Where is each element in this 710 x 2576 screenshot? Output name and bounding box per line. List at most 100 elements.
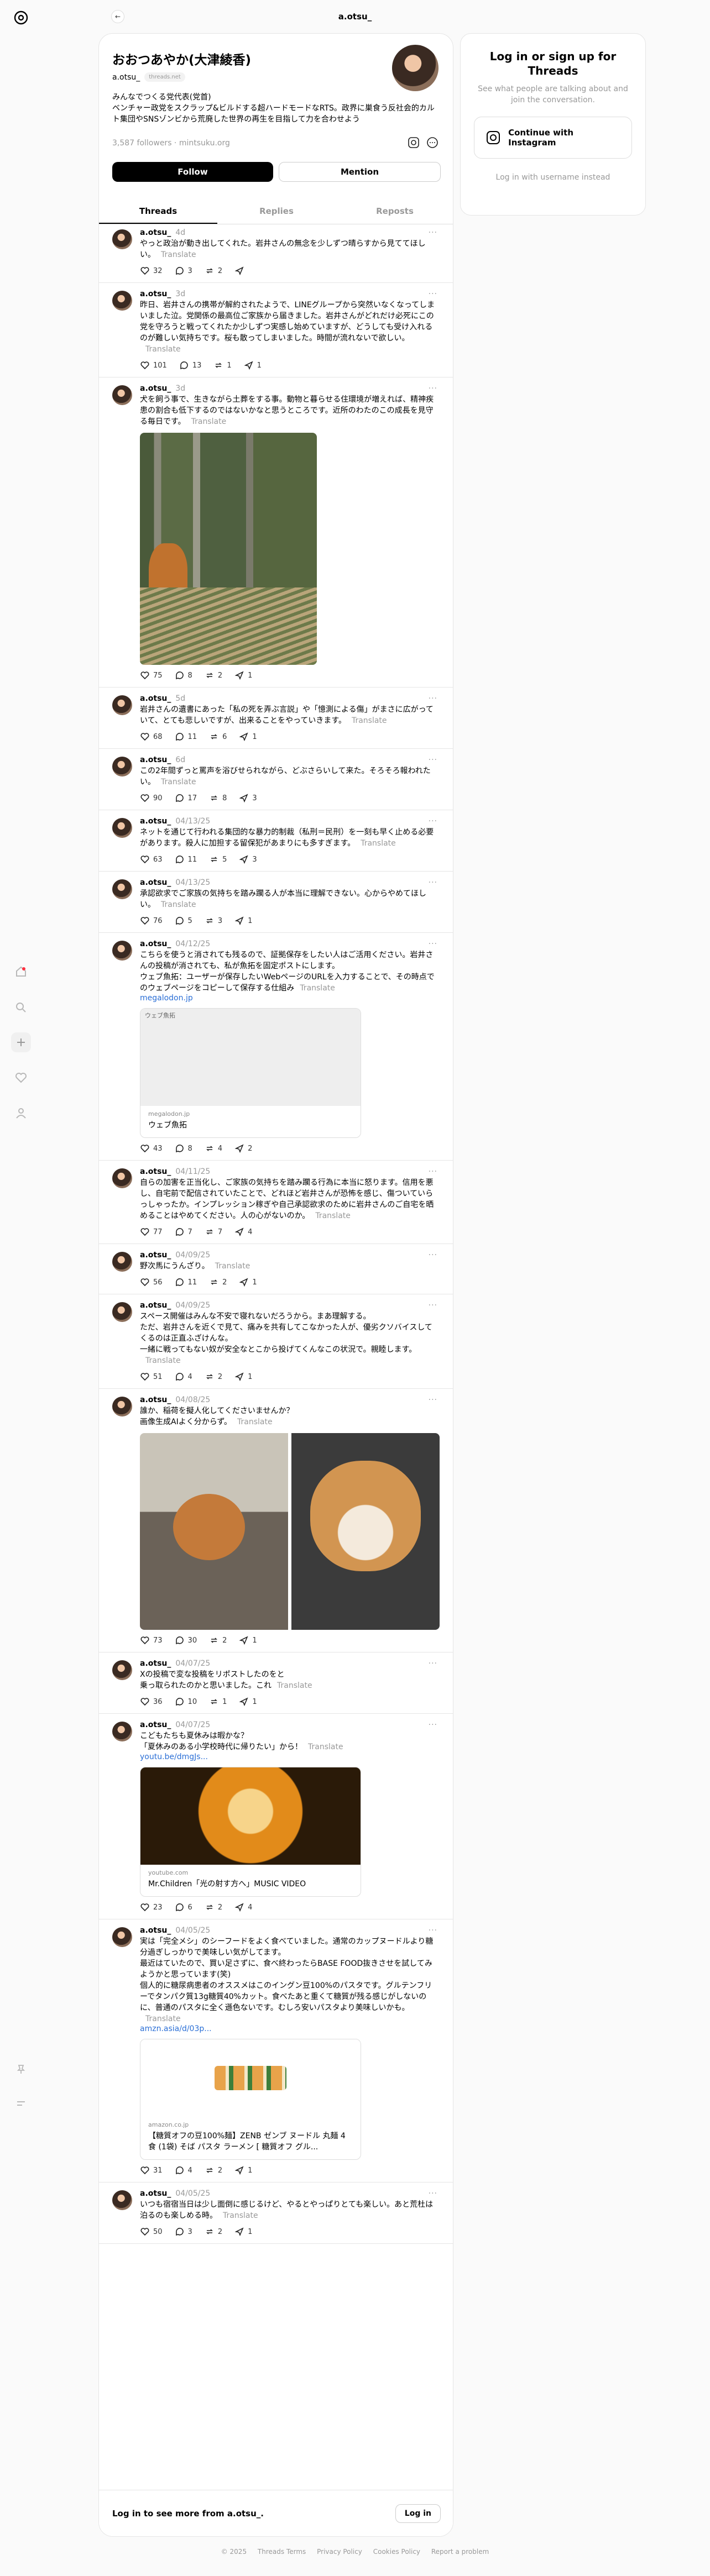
post-time[interactable]: 04/05/25 xyxy=(175,2189,210,2198)
repost-button[interactable]: 2 xyxy=(209,1277,227,1287)
reply-button[interactable]: 17 xyxy=(175,793,197,803)
thread-post[interactable]: ··· a.otsu_ 04/13/25 ネットを通じて行われる集団的な暴力的制裁（私… xyxy=(99,810,453,872)
share-button[interactable]: 1 xyxy=(239,732,257,742)
post-time[interactable]: 04/08/25 xyxy=(175,1395,210,1404)
like-button[interactable]: 77 xyxy=(140,1227,163,1237)
like-button[interactable]: 56 xyxy=(140,1277,163,1287)
tab-threads[interactable]: Threads xyxy=(99,200,217,224)
repost-button[interactable]: 2 xyxy=(205,266,222,276)
login-button[interactable]: Log in xyxy=(395,2504,441,2523)
post-avatar[interactable] xyxy=(112,879,132,899)
repost-button[interactable]: 2 xyxy=(205,670,222,680)
share-button[interactable]: 4 xyxy=(234,1227,252,1237)
translate-link[interactable]: Translate xyxy=(161,250,196,259)
domain-chip[interactable]: threads.net xyxy=(144,72,185,82)
post-photo[interactable] xyxy=(140,1433,288,1630)
post-avatar[interactable] xyxy=(112,757,132,777)
mention-button[interactable]: Mention xyxy=(279,162,441,182)
post-username[interactable]: a.otsu_ xyxy=(140,290,171,298)
footer-link[interactable]: Report a problem xyxy=(431,2548,489,2556)
translate-link[interactable]: Translate xyxy=(191,417,227,426)
reply-button[interactable]: 7 xyxy=(175,1227,192,1237)
reply-button[interactable]: 8 xyxy=(175,1143,192,1153)
menu-icon[interactable] xyxy=(11,2094,31,2113)
username-login-link[interactable]: Log in with username instead xyxy=(474,173,632,182)
reply-button[interactable]: 11 xyxy=(175,1277,197,1287)
post-username[interactable]: a.otsu_ xyxy=(140,756,171,764)
thread-post[interactable]: ··· a.otsu_ 04/07/25 こどもたちも夏休みは暇かな？ 「夏休みのある… xyxy=(99,1714,453,1919)
share-button[interactable]: 1 xyxy=(234,916,252,926)
reply-button[interactable]: 4 xyxy=(175,2165,192,2175)
post-time[interactable]: 3d xyxy=(175,290,185,298)
back-button[interactable]: ← xyxy=(111,10,124,23)
like-button[interactable]: 32 xyxy=(140,266,163,276)
more-options-icon[interactable]: ··· xyxy=(429,1251,437,1260)
post-photo[interactable] xyxy=(291,1433,440,1630)
like-button[interactable]: 68 xyxy=(140,732,163,742)
post-time[interactable]: 04/07/25 xyxy=(175,1659,210,1668)
thread-post[interactable]: ··· a.otsu_ 04/11/25 自らの加害を正当化し、ご家族の気持ちを踏み躙… xyxy=(99,1161,453,1244)
repost-button[interactable]: 2 xyxy=(205,2165,222,2175)
post-username[interactable]: a.otsu_ xyxy=(140,1926,171,1935)
reply-button[interactable]: 8 xyxy=(175,670,192,680)
translate-link[interactable]: Translate xyxy=(361,839,396,848)
post-time[interactable]: 04/09/25 xyxy=(175,1251,210,1260)
like-button[interactable]: 43 xyxy=(140,1143,163,1153)
share-button[interactable]: 2 xyxy=(234,1143,252,1153)
post-username[interactable]: a.otsu_ xyxy=(140,384,171,393)
post-avatar[interactable] xyxy=(112,229,132,249)
thread-post[interactable]: ··· a.otsu_ 04/13/25 承認欲求でご家族の気持ちを踏み躙る人が本当に… xyxy=(99,872,453,933)
translate-link[interactable]: Translate xyxy=(223,2211,258,2220)
thread-post[interactable]: ··· a.otsu_ 6d この2年間ずっと罵声を浴びせられながら、どぶさらいして来… xyxy=(99,749,453,810)
repost-button[interactable]: 6 xyxy=(209,732,227,742)
post-avatar[interactable] xyxy=(112,2190,132,2210)
reply-button[interactable]: 11 xyxy=(175,732,197,742)
tab-replies[interactable]: Replies xyxy=(217,200,336,224)
post-time[interactable]: 04/13/25 xyxy=(175,878,210,887)
thread-post[interactable]: ··· a.otsu_ 04/05/25 実は「完全メシ」のシーフードをよく食べていま… xyxy=(99,1919,453,2182)
post-username[interactable]: a.otsu_ xyxy=(140,1167,171,1176)
share-button[interactable]: 1 xyxy=(234,2165,252,2175)
profile-avatar[interactable] xyxy=(392,45,438,91)
video-card[interactable]: youtube.com Mr.Children「光の射す方へ」MUSIC VIDE… xyxy=(140,1767,361,1897)
translate-link[interactable]: Translate xyxy=(161,778,196,786)
profile-icon[interactable] xyxy=(11,1103,31,1123)
post-username[interactable]: a.otsu_ xyxy=(140,1659,171,1668)
more-options-icon[interactable]: ··· xyxy=(429,756,437,764)
share-button[interactable]: 1 xyxy=(239,1277,257,1287)
post-username[interactable]: a.otsu_ xyxy=(140,940,171,948)
translate-link[interactable]: Translate xyxy=(237,1418,273,1426)
thread-post[interactable]: ··· a.otsu_ 04/09/25 野次馬にうんざり。 Translate 56 11… xyxy=(99,1244,453,1294)
post-time[interactable]: 04/05/25 xyxy=(175,1926,210,1935)
more-options-icon[interactable]: ··· xyxy=(429,290,437,298)
more-options-icon[interactable]: ··· xyxy=(429,878,437,887)
share-button[interactable]: 1 xyxy=(244,360,262,370)
post-link[interactable]: amzn.asia/d/03p... xyxy=(140,2024,440,2033)
post-username[interactable]: a.otsu_ xyxy=(140,1301,171,1310)
footer-link[interactable]: Cookies Policy xyxy=(373,2548,420,2556)
like-button[interactable]: 50 xyxy=(140,2227,163,2237)
post-time[interactable]: 04/07/25 xyxy=(175,1720,210,1729)
share-button[interactable]: 3 xyxy=(239,793,257,803)
post-time[interactable]: 04/09/25 xyxy=(175,1301,210,1310)
translate-link[interactable]: Translate xyxy=(215,1262,250,1271)
translate-link[interactable]: Translate xyxy=(300,984,335,993)
post-avatar[interactable] xyxy=(112,385,132,405)
post-avatar[interactable] xyxy=(112,1168,132,1188)
reply-button[interactable]: 3 xyxy=(175,266,192,276)
post-username[interactable]: a.otsu_ xyxy=(140,694,171,703)
more-options-icon[interactable]: ··· xyxy=(429,1167,437,1176)
reply-button[interactable]: 11 xyxy=(175,854,197,864)
reply-button[interactable]: 5 xyxy=(175,916,192,926)
like-button[interactable]: 73 xyxy=(140,1635,163,1645)
repost-button[interactable]: 1 xyxy=(213,360,232,370)
like-button[interactable]: 76 xyxy=(140,916,163,926)
reply-button[interactable]: 30 xyxy=(175,1635,197,1645)
repost-button[interactable]: 2 xyxy=(209,1635,227,1645)
post-time[interactable]: 04/13/25 xyxy=(175,817,210,826)
thread-post[interactable]: ··· a.otsu_ 4d やっと政治が動き出してくれた。岩井さんの無念を少しずつ晴… xyxy=(99,222,453,283)
repost-button[interactable]: 3 xyxy=(205,916,222,926)
post-time[interactable]: 5d xyxy=(175,694,185,703)
more-options-icon[interactable]: ··· xyxy=(429,228,437,237)
translate-link[interactable]: Translate xyxy=(145,345,181,354)
